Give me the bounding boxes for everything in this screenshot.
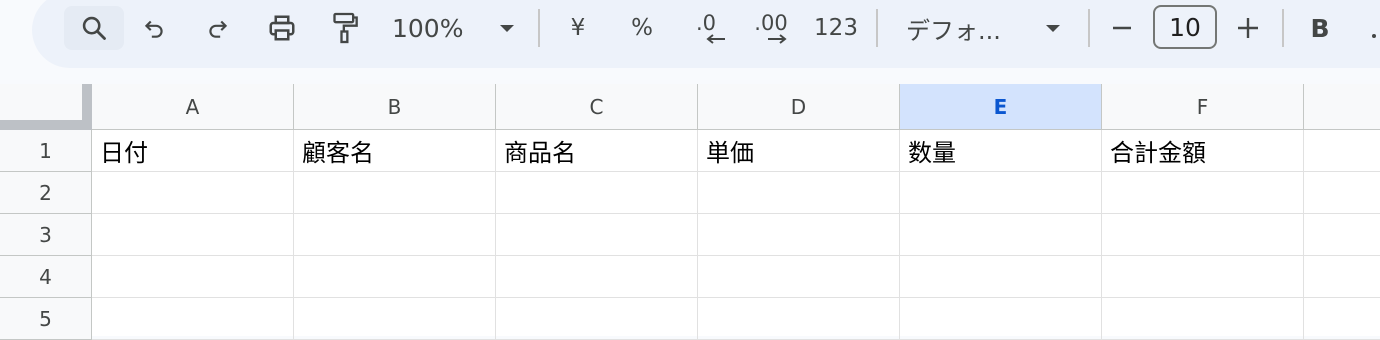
number-format-label: 123 [814,15,858,41]
increase-decimal-button[interactable]: .00 [746,6,796,50]
row-header[interactable]: 2 [0,172,92,214]
paint-format-button[interactable] [325,6,365,50]
redo-icon [209,20,228,38]
cell-d5[interactable] [698,298,900,340]
cell-a3[interactable] [92,214,294,256]
cell-d2[interactable] [698,172,900,214]
row-header[interactable]: 1 [0,130,92,172]
toolbar-divider [538,9,540,47]
cell-e5[interactable] [900,298,1102,340]
cell-a1[interactable]: 日付 [92,130,294,172]
percent-label: % [631,15,653,41]
more-options-icon[interactable] [1372,34,1376,38]
bold-label: B [1310,13,1330,43]
currency-format-button[interactable]: ¥ [556,6,600,50]
column-header-d[interactable]: D [698,84,900,130]
plus-icon [1238,18,1258,38]
cell-g3[interactable] [1304,214,1380,256]
cell-b5[interactable] [294,298,496,340]
column-header-c[interactable]: C [496,84,698,130]
arrow-left-icon [706,34,725,44]
cell-b3[interactable] [294,214,496,256]
cell-f1[interactable]: 合計金額 [1102,130,1304,172]
column-header-b[interactable]: B [294,84,496,130]
cell-b1[interactable]: 顧客名 [294,130,496,172]
cell-c4[interactable] [496,256,698,298]
column-header-e[interactable]: E [900,84,1102,130]
search-icon [82,16,106,40]
zoom-select[interactable]: 100% [388,6,520,50]
sheet-grid: A B C D E F 1 日付 顧客名 商品名 単価 数量 合計金額 2 3 … [0,84,1380,340]
cell-a4[interactable] [92,256,294,298]
decrease-font-size-button[interactable] [1102,6,1142,50]
cell-f5[interactable] [1102,298,1304,340]
cell-d1[interactable]: 単価 [698,130,900,172]
cell-e3[interactable] [900,214,1102,256]
cell-f3[interactable] [1102,214,1304,256]
column-header-g[interactable] [1304,84,1380,130]
print-button[interactable] [261,6,303,50]
undo-button[interactable] [134,6,174,50]
increase-decimal-label: .00 [754,11,788,35]
select-all-corner[interactable] [0,84,92,130]
row-header[interactable]: 4 [0,256,92,298]
cell-e2[interactable] [900,172,1102,214]
print-icon [269,15,295,41]
font-select[interactable]: デフォ... [900,6,1068,50]
currency-label: ¥ [570,15,586,41]
chevron-down-icon [1046,25,1060,32]
cell-e4[interactable] [900,256,1102,298]
cell-d4[interactable] [698,256,900,298]
percent-format-button[interactable]: % [620,6,664,50]
cell-c3[interactable] [496,214,698,256]
cell-c2[interactable] [496,172,698,214]
cell-g5[interactable] [1304,298,1380,340]
toolbar-divider [1088,9,1090,47]
column-header-a[interactable]: A [92,84,294,130]
undo-icon [144,20,163,38]
bold-button[interactable]: B [1300,6,1340,50]
font-size-input[interactable]: 10 [1153,5,1217,49]
cell-b2[interactable] [294,172,496,214]
row-header[interactable]: 3 [0,214,92,256]
number-format-button[interactable]: 123 [810,6,862,50]
zoom-value: 100% [392,13,464,43]
decrease-decimal-button[interactable]: .0 [684,6,728,50]
font-name: デフォ... [906,16,1001,45]
cell-a2[interactable] [92,172,294,214]
increase-font-size-button[interactable] [1228,6,1268,50]
redo-button[interactable] [198,6,238,50]
column-header-f[interactable]: F [1102,84,1304,130]
cell-f2[interactable] [1102,172,1304,214]
cell-g2[interactable] [1304,172,1380,214]
search-button[interactable] [64,6,124,50]
cell-b4[interactable] [294,256,496,298]
chevron-down-icon [500,25,514,32]
toolbar-divider [1282,9,1284,47]
cell-g4[interactable] [1304,256,1380,298]
decrease-decimal-label: .0 [695,11,717,35]
paint-format-icon [333,12,358,44]
cell-e1[interactable]: 数量 [900,130,1102,172]
toolbar-divider [876,9,878,47]
cell-d3[interactable] [698,214,900,256]
cell-c5[interactable] [496,298,698,340]
cell-g1[interactable] [1304,130,1380,172]
row-header[interactable]: 5 [0,298,92,340]
arrow-right-icon [768,34,787,44]
minus-icon [1113,26,1131,30]
cell-f4[interactable] [1102,256,1304,298]
cell-a5[interactable] [92,298,294,340]
cell-c1[interactable]: 商品名 [496,130,698,172]
